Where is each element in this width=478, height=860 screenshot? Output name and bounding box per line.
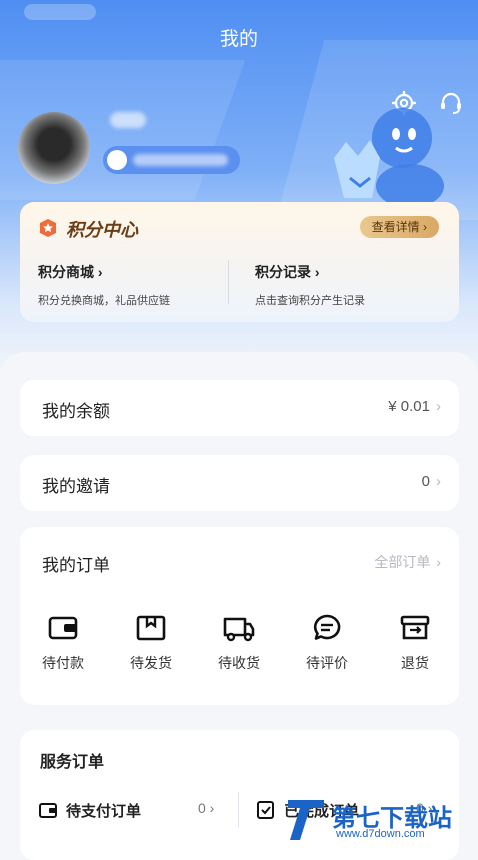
points-mall-subtitle: 积分兑换商城，礼品供应链 — [38, 295, 170, 307]
all-orders-link[interactable]: 全部订单 › — [374, 552, 441, 572]
watermark-logo-icon — [288, 800, 324, 840]
invite-count: 0 — [421, 473, 430, 490]
pending-payment-service-label[interactable]: 待支付订单 — [66, 800, 141, 821]
points-mall-link[interactable]: 积分商城 › 积分兑换商城，礼品供应链 — [38, 262, 170, 308]
return-icon — [400, 615, 430, 640]
mascot-illustration — [334, 108, 444, 208]
phone-number-redacted — [133, 154, 228, 166]
invite-row[interactable]: 我的邀请 0 › — [20, 455, 459, 511]
user-avatar[interactable] — [18, 112, 90, 184]
my-orders-card: 我的订单 全部订单 › 待付款 待发货 待收货 待评价 退货 — [20, 527, 459, 705]
wallet-icon — [48, 616, 78, 640]
order-pending-payment[interactable]: 待付款 — [28, 611, 98, 673]
phone-number-badge — [103, 146, 240, 174]
star-badge-icon — [40, 219, 56, 237]
balance-value: ¥ 0.01 — [388, 398, 430, 415]
points-records-link[interactable]: 积分记录 › 点击查询积分产生记录 — [255, 262, 365, 308]
balance-row[interactable]: 我的余额 ¥ 0.01 › — [20, 380, 459, 436]
wallet-icon — [39, 803, 57, 818]
order-label: 待发货 — [130, 655, 172, 671]
status-bar-blur — [24, 4, 96, 20]
points-mall-title: 积分商城 › — [38, 264, 103, 280]
order-label: 待收货 — [218, 655, 260, 671]
comment-icon — [313, 614, 341, 640]
points-center-card: 积分中心 查看详情 › 积分商城 › 积分兑换商城，礼品供应链 积分记录 › 点… — [20, 202, 459, 322]
service-orders-title: 服务订单 — [40, 754, 105, 771]
points-records-title: 积分记录 › — [255, 264, 320, 280]
order-label: 待付款 — [42, 655, 84, 671]
invite-label: 我的邀请 — [42, 477, 110, 496]
page-title: 我的 — [219, 29, 258, 50]
site-watermark: 第七下载站 www.d7down.com — [280, 794, 472, 846]
divider — [238, 792, 239, 828]
order-pending-receipt[interactable]: 待收货 — [204, 611, 274, 673]
my-orders-title: 我的订单 — [42, 556, 110, 575]
phone-icon — [107, 150, 127, 170]
points-center-title: 积分中心 — [66, 220, 138, 240]
checklist-icon — [257, 801, 274, 819]
truck-icon — [223, 617, 255, 642]
order-pending-shipment[interactable]: 待发货 — [116, 611, 186, 673]
chevron-right-icon: › — [436, 554, 441, 570]
balance-label: 我的余额 — [42, 402, 110, 421]
pending-payment-service-count[interactable]: 0 › — [198, 800, 214, 816]
points-records-subtitle: 点击查询积分产生记录 — [255, 295, 365, 307]
watermark-url: www.d7down.com — [336, 828, 425, 840]
order-label: 待评价 — [306, 655, 348, 671]
chevron-right-icon: › — [436, 473, 441, 490]
order-return[interactable]: 退货 — [380, 611, 450, 673]
order-pending-review[interactable]: 待评价 — [292, 611, 362, 673]
view-details-button[interactable]: 查看详情 › — [359, 216, 439, 238]
box-icon — [136, 615, 166, 641]
chevron-right-icon: › — [436, 398, 441, 415]
order-label: 退货 — [401, 655, 429, 671]
username-redacted — [110, 112, 146, 128]
divider — [228, 260, 229, 304]
